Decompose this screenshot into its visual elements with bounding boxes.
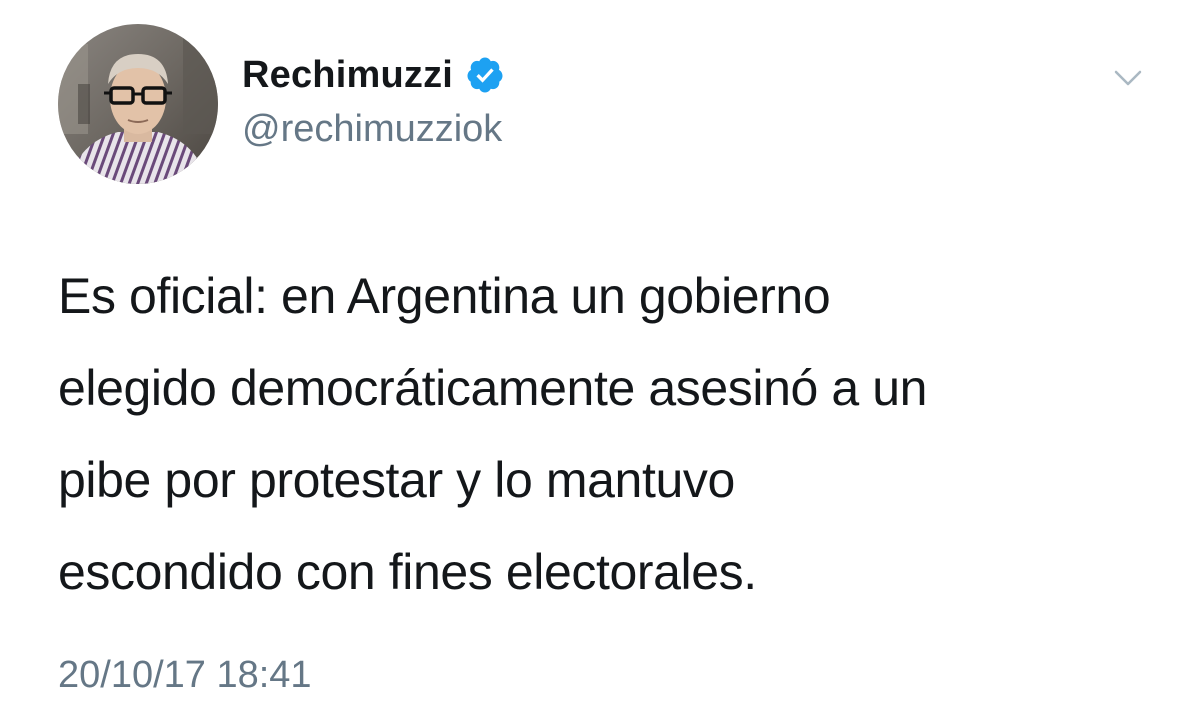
tweet-text: Es oficial: en Argentina un gobierno ele… xyxy=(58,268,928,600)
author-handle[interactable]: @rechimuzziok xyxy=(242,108,502,151)
verified-badge-icon xyxy=(465,55,505,95)
chevron-down-icon[interactable] xyxy=(1108,58,1148,98)
profile-photo-icon xyxy=(58,24,218,184)
tweet-timestamp[interactable]: 20/10/17 18:41 xyxy=(58,654,312,697)
tweet-card: Rechimuzzi @rechimuzziok Es oficial: en … xyxy=(0,0,1200,722)
avatar[interactable] xyxy=(58,24,218,184)
author-name-row: Rechimuzzi xyxy=(242,50,505,100)
display-name[interactable]: Rechimuzzi xyxy=(242,54,453,97)
